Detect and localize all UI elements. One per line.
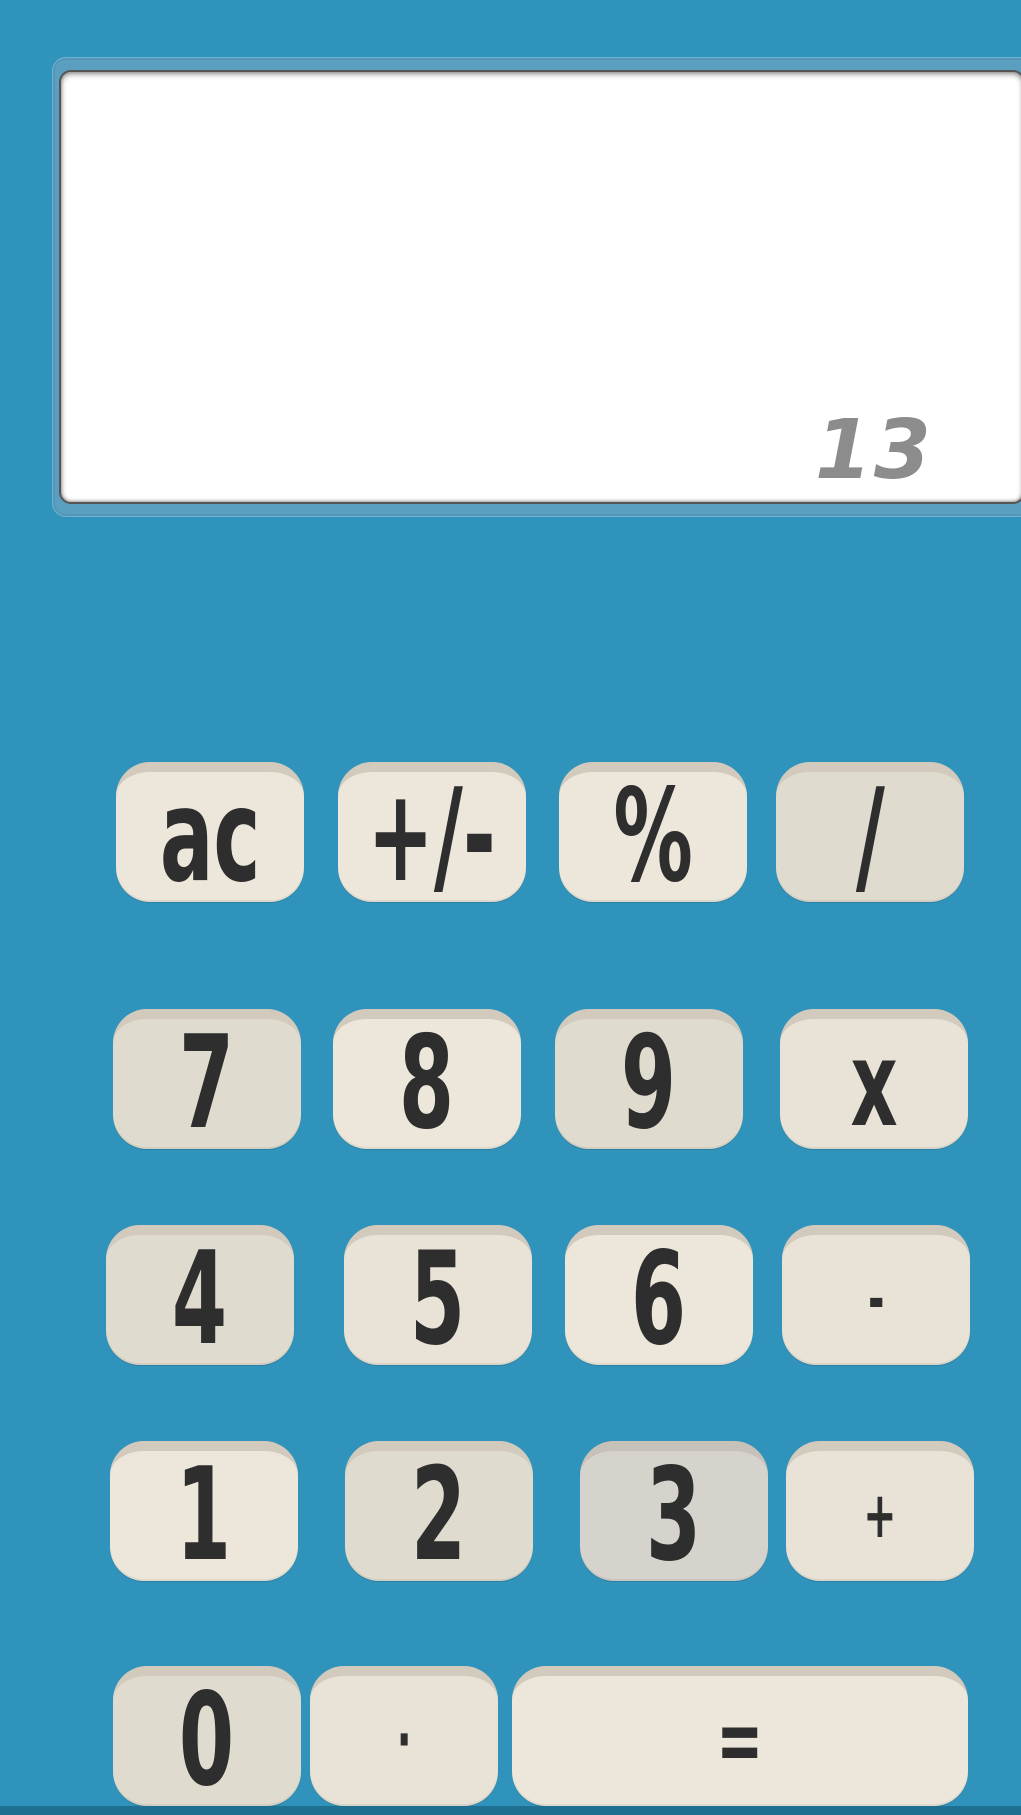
digit-6-label: 6 (631, 1225, 687, 1374)
digit-4-button[interactable]: 4 (106, 1225, 294, 1365)
digit-9-button[interactable]: 9 (555, 1009, 743, 1149)
display-screen: 13 (59, 70, 1021, 504)
display-value: 13 (814, 403, 933, 498)
minus-button[interactable]: - (782, 1225, 970, 1365)
digit-2-label: 2 (411, 1441, 467, 1590)
percent-label: % (613, 762, 693, 911)
decimal-label: · (396, 1704, 412, 1778)
digit-4-label: 4 (172, 1225, 228, 1374)
bottom-edge (0, 1806, 1021, 1815)
equals-button[interactable]: = (512, 1666, 968, 1806)
sign-toggle-label: +/- (367, 762, 497, 911)
multiply-label: x (850, 1015, 898, 1153)
sign-toggle-button[interactable]: +/- (338, 762, 526, 902)
digit-1-label: 1 (176, 1441, 232, 1590)
digit-5-label: 5 (410, 1225, 466, 1374)
digit-8-label: 8 (399, 1009, 455, 1158)
digit-8-button[interactable]: 8 (333, 1009, 521, 1149)
digit-6-button[interactable]: 6 (565, 1225, 753, 1365)
digit-7-button[interactable]: 7 (113, 1009, 301, 1149)
digit-5-button[interactable]: 5 (344, 1225, 532, 1365)
digit-1-button[interactable]: 1 (110, 1441, 298, 1581)
divide-button[interactable]: / (776, 762, 964, 902)
multiply-button[interactable]: x (780, 1009, 968, 1149)
plus-label: + (863, 1479, 897, 1553)
equals-label: = (716, 1688, 764, 1793)
minus-label: - (867, 1263, 885, 1337)
digit-3-label: 3 (646, 1441, 702, 1590)
plus-button[interactable]: + (786, 1441, 974, 1581)
decimal-button[interactable]: · (310, 1666, 498, 1806)
digit-0-button[interactable]: 0 (113, 1666, 301, 1806)
digit-9-label: 9 (621, 1009, 677, 1158)
digit-3-button[interactable]: 3 (580, 1441, 768, 1581)
digit-0-label: 0 (179, 1666, 235, 1815)
digit-2-button[interactable]: 2 (345, 1441, 533, 1581)
percent-button[interactable]: % (559, 762, 747, 902)
clear-button[interactable]: ac (116, 762, 304, 902)
clear-button-label: ac (159, 762, 261, 911)
divide-label: / (855, 762, 885, 911)
digit-7-label: 7 (179, 1009, 235, 1158)
